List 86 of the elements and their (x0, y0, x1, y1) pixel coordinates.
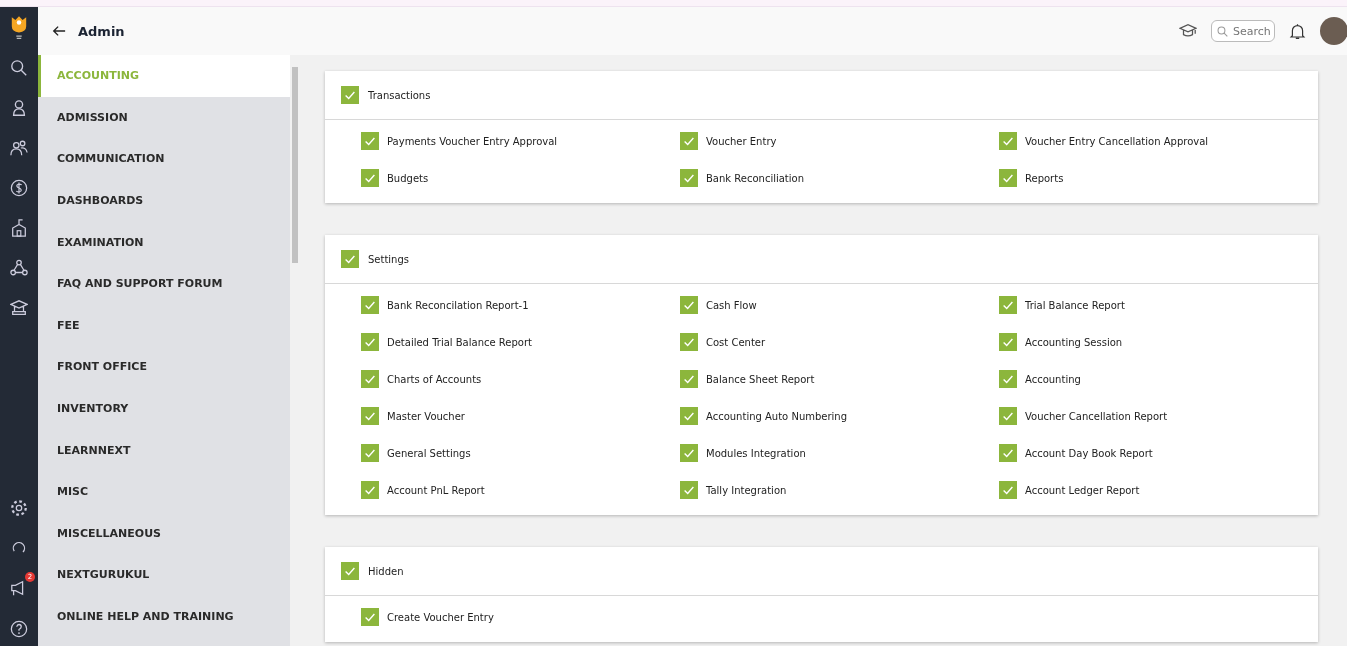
sidebar-item[interactable]: MISCELLANEOUS (38, 512, 290, 555)
checkbox[interactable] (361, 370, 379, 388)
checkbox[interactable] (341, 250, 359, 268)
permission-label: Payments Voucher Entry Approval (387, 135, 558, 147)
checkbox[interactable] (361, 333, 379, 351)
checkbox[interactable] (999, 407, 1017, 425)
settings-icon[interactable] (10, 499, 28, 517)
help-icon[interactable] (10, 620, 28, 638)
graduation-cap-icon[interactable] (10, 299, 28, 317)
permission-label: Charts of Accounts (387, 373, 482, 385)
permission-label: Voucher Entry Cancellation Approval (1025, 135, 1209, 147)
permission-label: Master Voucher (387, 410, 465, 422)
permission-label: Trial Balance Report (1025, 299, 1125, 311)
permission-label: Cost Center (706, 336, 766, 348)
permission-label: Accounting Auto Numbering (706, 410, 848, 422)
back-arrow-icon[interactable] (52, 24, 66, 38)
permission-label: Accounting (1025, 373, 1081, 385)
network-icon[interactable] (10, 259, 28, 277)
checkbox[interactable] (361, 132, 379, 150)
checkbox[interactable] (680, 407, 698, 425)
sidebar-item[interactable]: ONLINE HELP AND TRAINING (38, 595, 290, 638)
permission-label: Cash Flow (706, 299, 757, 311)
search-field[interactable]: Search (1211, 20, 1275, 42)
permission-label: Reports (1025, 172, 1064, 184)
checkbox[interactable] (680, 296, 698, 314)
permission-label: Voucher Cancellation Report (1025, 410, 1168, 422)
permission-label: Detailed Trial Balance Report (387, 336, 532, 348)
person-icon[interactable] (10, 99, 28, 117)
checkbox[interactable] (341, 562, 359, 580)
sidebar-item[interactable]: EXAMINATION (38, 221, 290, 263)
checkbox[interactable] (680, 169, 698, 187)
permission-label: Account Day Book Report (1025, 447, 1153, 459)
permission-label: Accounting Session (1025, 336, 1123, 348)
checkbox[interactable] (999, 132, 1017, 150)
permission-label: Budgets (387, 172, 429, 184)
section-title: Hidden (368, 565, 404, 577)
sidebar-item[interactable]: COMMUNICATION (38, 138, 290, 180)
permission-label: Balance Sheet Report (706, 373, 815, 385)
checkbox[interactable] (341, 86, 359, 104)
sidebar-item[interactable]: FEE (38, 304, 290, 347)
permission-label: Bank Reconcilation Report-1 (387, 299, 529, 311)
permission-label: Account Ledger Report (1025, 484, 1140, 496)
checkbox[interactable] (999, 444, 1017, 462)
bell-icon[interactable] (1289, 22, 1306, 40)
page-title: Admin (78, 23, 125, 39)
search-icon[interactable] (10, 59, 28, 77)
checkbox[interactable] (361, 481, 379, 499)
checkbox[interactable] (999, 296, 1017, 314)
checkbox[interactable] (999, 333, 1017, 351)
checkbox[interactable] (680, 444, 698, 462)
school-icon[interactable] (10, 219, 28, 237)
checkbox[interactable] (680, 370, 698, 388)
logo-icon[interactable] (10, 15, 28, 41)
section-title: Settings (368, 253, 409, 265)
permission-label: General Settings (387, 447, 471, 459)
permission-label: Create Voucher Entry (387, 611, 494, 623)
sidebar-item[interactable]: MISC (38, 470, 290, 513)
permission-label: Modules Integration (706, 447, 806, 459)
checkbox[interactable] (680, 481, 698, 499)
checkbox[interactable] (999, 370, 1017, 388)
sidebar-item[interactable]: NEXTGURUKUL (38, 554, 290, 596)
permission-label: Voucher Entry (706, 135, 777, 147)
checkbox[interactable] (361, 169, 379, 187)
checkbox[interactable] (361, 407, 379, 425)
checkbox[interactable] (680, 333, 698, 351)
permission-label: Tally Integration (706, 484, 787, 496)
sidebar-item[interactable]: INVENTORY (38, 387, 290, 430)
avatar[interactable] (1320, 17, 1347, 45)
dollar-icon[interactable] (10, 179, 28, 197)
graduation-cap-icon[interactable] (1179, 22, 1197, 40)
checkbox[interactable] (999, 169, 1017, 187)
checkbox[interactable] (361, 608, 379, 626)
sidebar-item[interactable]: DASHBOARDS (38, 179, 290, 222)
permission-label: Account PnL Report (387, 484, 485, 496)
section-title: Transactions (368, 89, 431, 101)
checkbox[interactable] (680, 132, 698, 150)
sidebar-item[interactable]: FRONT OFFICE (38, 346, 290, 388)
sidebar-item[interactable]: FAQ AND SUPPORT FORUM (38, 262, 290, 305)
sidebar-item[interactable]: ADMISSION (38, 96, 290, 139)
scrollbar[interactable] (290, 55, 300, 646)
users-icon[interactable] (10, 139, 28, 157)
sidebar-item[interactable]: LEARNNEXT (38, 429, 290, 471)
permission-label: Bank Reconciliation (706, 172, 805, 184)
checkbox[interactable] (361, 296, 379, 314)
checkbox[interactable] (999, 481, 1017, 499)
checkbox[interactable] (361, 444, 379, 462)
